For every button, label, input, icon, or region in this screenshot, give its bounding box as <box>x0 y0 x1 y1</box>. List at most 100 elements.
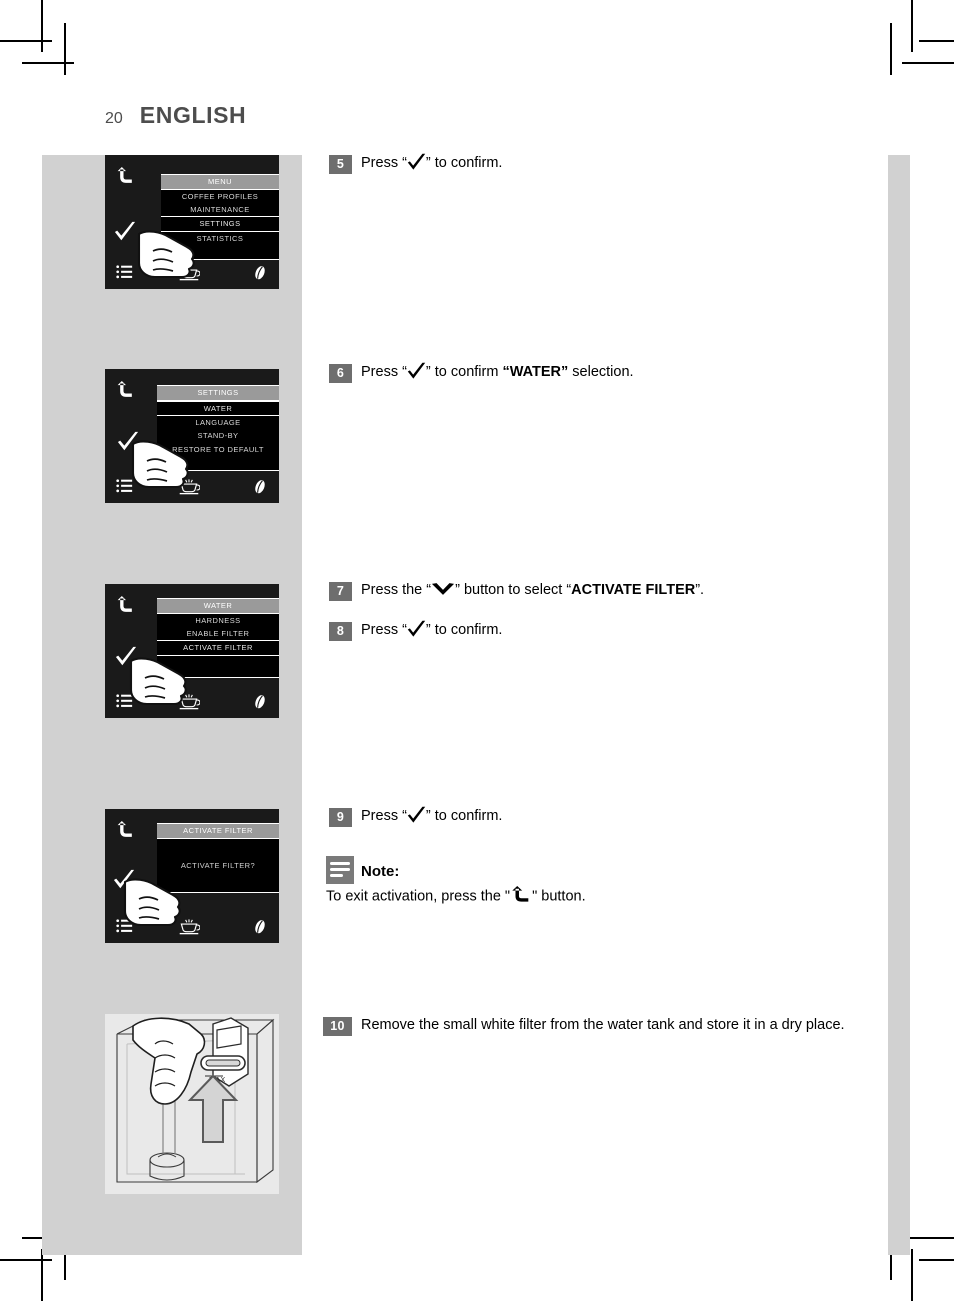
back-arrow-icon <box>116 381 136 399</box>
step-text-emphasis: “WATER” <box>502 364 569 380</box>
page-title: ENGLISH <box>139 102 247 128</box>
note-body: To exit activation, press the " " button. <box>326 886 846 908</box>
menu-title: MENU <box>161 175 279 190</box>
menu-title: SETTINGS <box>157 386 279 401</box>
step-text-part: ” to confirm. <box>425 622 503 638</box>
check-icon <box>115 646 137 667</box>
cup-icon <box>178 694 201 710</box>
menu-item-0[interactable]: HARDNESS <box>157 613 279 627</box>
crop-mark-top-left-inner-v <box>64 23 66 75</box>
step-6: 6 Press “ ” to confirm “WATER” selection. <box>329 362 849 383</box>
step-text-part: ” to confirm. <box>425 155 503 171</box>
list-icon <box>116 919 133 933</box>
back-arrow-icon <box>116 167 136 185</box>
step-text-part: Press “ <box>361 364 407 380</box>
step-9: 9 Press “ ” to confirm. <box>329 806 849 827</box>
check-icon <box>407 362 426 381</box>
cup-icon <box>178 479 201 495</box>
back-arrow-icon <box>510 886 532 904</box>
page-number: 20 <box>105 110 123 127</box>
crop-mark-bottom-left-h <box>0 1259 52 1261</box>
step-7: 7 Press the “ ” button to select “ACTIVAT… <box>329 580 889 601</box>
page-header: 20 ENGLISH <box>105 102 246 129</box>
check-icon <box>407 153 426 172</box>
menu-item-0[interactable]: WATER <box>157 400 279 416</box>
step-badge: 7 <box>329 582 352 601</box>
menu-title: WATER <box>157 599 279 614</box>
list-icon <box>116 479 133 493</box>
bean-icon <box>254 479 266 494</box>
menu-item-1[interactable]: ENABLE FILTER <box>157 626 279 641</box>
dialog-prompt: ACTIVATE FILTER? <box>157 838 279 892</box>
check-icon <box>407 620 426 639</box>
step-text: Press “ ” to confirm “WATER” selection. <box>361 362 634 383</box>
check-icon <box>407 806 426 825</box>
step-5: 5 Press “ ” to confirm. <box>329 153 849 174</box>
step-text-part: Press the “ <box>361 582 432 598</box>
step-text-part: Press “ <box>361 155 407 171</box>
step-10: 10 Remove the small white filter from th… <box>323 1015 853 1036</box>
cup-icon <box>178 919 201 935</box>
step-text-part: ” button to select “ <box>455 582 572 598</box>
menu-item-1[interactable]: MAINTENANCE <box>161 202 279 217</box>
menu-item-3[interactable]: RESTORE TO DEFAULT <box>157 442 279 456</box>
crop-mark-top-right-h <box>919 40 954 42</box>
bean-icon <box>254 919 266 934</box>
menu-list: SETTINGS WATER LANGUAGE STAND-BY RESTORE… <box>157 385 279 471</box>
bean-icon <box>254 265 266 280</box>
step-text-part: ” to confirm <box>425 364 503 380</box>
back-arrow-icon <box>116 596 136 614</box>
step-text-part: Press “ <box>361 622 407 638</box>
step-badge: 6 <box>329 364 352 383</box>
menu-item-2[interactable]: STAND-BY <box>157 429 279 443</box>
crop-mark-top-left-h <box>0 40 52 42</box>
menu-item-2[interactable]: SETTINGS <box>161 216 279 232</box>
right-margin-band <box>888 155 910 1255</box>
note-body-after: " button. <box>532 888 586 905</box>
crop-mark-top-right-inner-v <box>890 23 892 75</box>
step-text: Press the “ ” button to select “ACTIVATE … <box>361 580 704 601</box>
crop-mark-bottom-right-v <box>911 1249 913 1301</box>
step-badge: 8 <box>329 622 352 641</box>
menu-display: MENU COFFEE PROFILES MAINTENANCE SETTING… <box>105 155 279 289</box>
note-body-before: To exit activation, press the " <box>326 888 511 905</box>
crop-mark-top-right-inner-h <box>902 62 954 64</box>
note-icon <box>326 856 354 884</box>
note-block: Note: To exit activation, press the " " b… <box>326 856 846 908</box>
list-icon <box>116 694 133 708</box>
menu-list: MENU COFFEE PROFILES MAINTENANCE SETTING… <box>161 174 279 260</box>
menu-list: WATER HARDNESS ENABLE FILTER ACTIVATE FI… <box>157 598 279 678</box>
menu-item-0[interactable]: COFFEE PROFILES <box>161 189 279 203</box>
step-text-part: ” to confirm. <box>425 808 503 824</box>
activate-filter-display: ACTIVATE FILTER ACTIVATE FILTER? <box>105 809 279 943</box>
menu-item-3[interactable]: STATISTICS <box>161 231 279 245</box>
step-text: Remove the small white filter from the w… <box>361 1017 845 1033</box>
dialog-title: ACTIVATE FILTER <box>157 824 279 839</box>
step-badge: 5 <box>329 155 352 174</box>
step-badge: 10 <box>323 1017 352 1036</box>
menu-filler <box>161 245 279 259</box>
step-text-emphasis: ACTIVATE FILTER <box>571 582 696 598</box>
menu-filler <box>157 655 279 677</box>
menu-filler <box>157 456 279 470</box>
check-icon <box>117 431 139 452</box>
step-text-part: ”. <box>695 582 705 598</box>
step-8: 8 Press “ ” to confirm. <box>329 620 849 641</box>
list-icon <box>116 265 133 279</box>
step-badge: 9 <box>329 808 352 827</box>
note-header: Note: <box>326 856 846 884</box>
cup-icon <box>178 265 201 281</box>
check-icon <box>114 221 136 242</box>
step-text: Press “ ” to confirm. <box>361 806 502 827</box>
bean-icon <box>254 694 266 709</box>
crop-mark-top-left-v <box>41 0 43 52</box>
menu-item-1[interactable]: LANGUAGE <box>157 415 279 430</box>
step-text-part: selection. <box>568 364 634 380</box>
chevron-down-icon <box>431 582 455 598</box>
back-arrow-icon <box>116 821 136 839</box>
menu-item-2[interactable]: ACTIVATE FILTER <box>157 640 279 656</box>
water-tank-illustration: MAX <box>105 1014 279 1194</box>
check-icon <box>113 869 135 890</box>
settings-display: SETTINGS WATER LANGUAGE STAND-BY RESTORE… <box>105 369 279 503</box>
water-display: WATER HARDNESS ENABLE FILTER ACTIVATE FI… <box>105 584 279 718</box>
